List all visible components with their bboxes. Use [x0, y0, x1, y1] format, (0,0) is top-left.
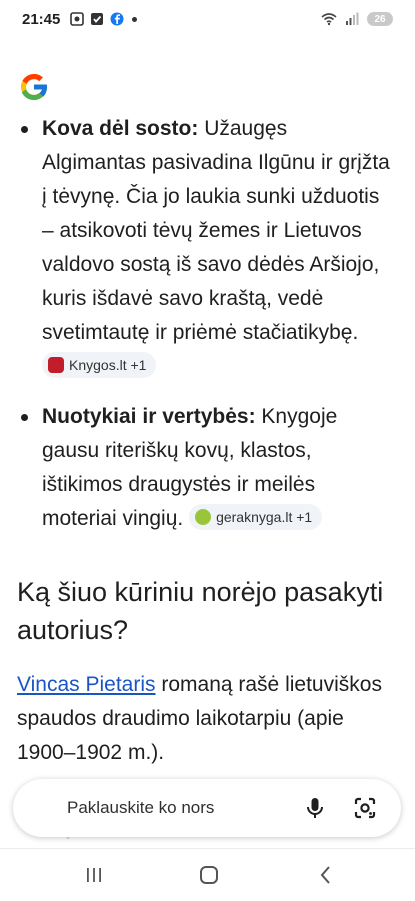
check-box-icon: [91, 13, 103, 25]
home-icon[interactable]: [197, 863, 221, 887]
bullet-text: Užaugęs Algimantas pasivadina Ilgūnu ir …: [42, 117, 390, 344]
bullet-dot: [21, 126, 28, 133]
notification-icons: [70, 12, 137, 26]
section-heading: Ką šiuo kūriniu norėjo pasakyti autorius…: [17, 577, 384, 645]
wifi-icon: [321, 13, 337, 26]
google-logo-icon[interactable]: [17, 70, 51, 104]
google-lens-icon[interactable]: [353, 796, 377, 820]
ai-answer-content: Kova dėl sosto: Užaugęs Algimantas pasiv…: [0, 112, 415, 536]
signal-icon: [346, 12, 359, 25]
source-chip-label: Knygos.lt +1: [69, 357, 147, 374]
answer-paragraph: Vincas Pietaris romaną rašė lietuviškos …: [17, 668, 397, 770]
geraknyga-favicon-icon: [195, 509, 212, 526]
bullet-title: Kova dėl sosto:: [42, 117, 199, 140]
system-nav-bar: [0, 848, 415, 901]
back-icon[interactable]: [314, 863, 338, 887]
system-status: 26: [321, 12, 393, 26]
bullet-item: Kova dėl sosto: Užaugęs Algimantas pasiv…: [0, 112, 415, 384]
recent-apps-icon[interactable]: [82, 863, 106, 887]
bullet-dot: [21, 414, 28, 421]
more-notifications-dot-icon: [132, 16, 137, 22]
bullet-item: Nuotykiai ir vertybės: Knygoje gausu rit…: [0, 400, 415, 536]
search-bar[interactable]: Paklauskite ko nors: [13, 779, 401, 837]
source-chip[interactable]: Knygos.lt +1: [42, 352, 157, 379]
source-chip-label: geraknyga.lt +1: [216, 509, 313, 526]
knygos-favicon-icon: [48, 357, 64, 374]
microphone-icon[interactable]: [303, 796, 327, 820]
battery-icon: 26: [367, 12, 393, 26]
screen-record-icon: [70, 12, 84, 26]
status-bar: 21:45 26: [0, 0, 415, 40]
facebook-icon: [110, 12, 124, 26]
bullet-title: Nuotykiai ir vertybės:: [42, 405, 256, 428]
source-chip[interactable]: geraknyga.lt +1: [189, 504, 323, 531]
search-input[interactable]: Paklauskite ko nors: [67, 798, 214, 818]
author-link[interactable]: Vincas Pietaris: [17, 673, 156, 696]
status-time: 21:45: [22, 11, 61, 28]
